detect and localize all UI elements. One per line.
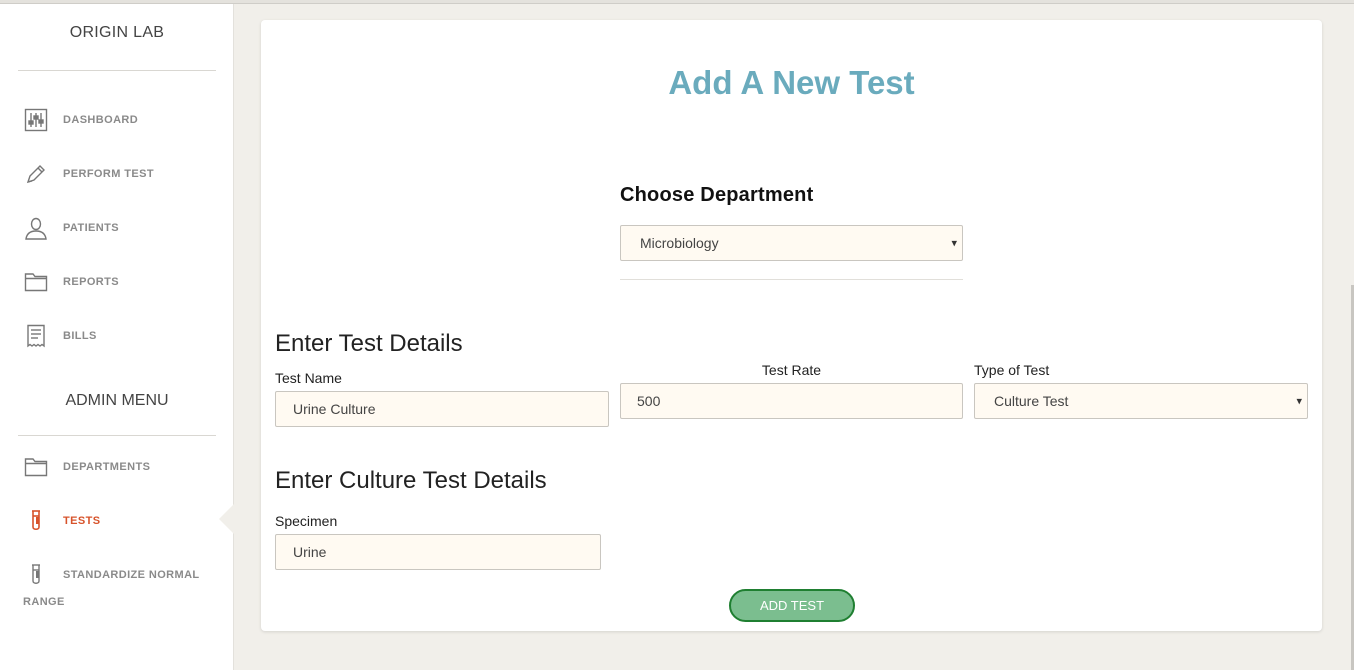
department-selected-value: Microbiology	[640, 235, 719, 251]
sidebar-item-dashboard[interactable]: DASHBOARD	[22, 105, 222, 135]
test-tube-icon	[22, 561, 50, 589]
sidebar-item-label: TESTS	[63, 515, 101, 527]
folder-icon	[22, 453, 50, 481]
specimen-input[interactable]: Urine	[275, 534, 601, 570]
sidebar-item-bills[interactable]: BILLS	[22, 321, 222, 351]
brand-title: ORIGIN LAB	[69, 24, 165, 41]
specimen-value: Urine	[293, 544, 327, 560]
test-name-value: Urine Culture	[293, 401, 376, 417]
sidebar-item-label: PATIENTS	[63, 222, 119, 234]
pen-icon	[22, 160, 50, 188]
sidebar-item-perform-test[interactable]: PERFORM TEST	[22, 159, 222, 189]
sidebar-item-departments[interactable]: DEPARTMENTS	[22, 452, 222, 482]
test-type-label: Type of Test	[974, 362, 1050, 378]
test-type-select[interactable]: Culture Test	[974, 383, 1308, 419]
sidebar-item-label: REPORTS	[63, 276, 119, 288]
test-tube-icon	[22, 507, 50, 535]
test-rate-input[interactable]: 500	[620, 383, 963, 419]
specimen-label: Specimen	[275, 513, 338, 529]
sidebar-item-label-line2: RANGE	[23, 596, 65, 608]
admin-menu-title: ADMIN MENU	[65, 392, 169, 409]
test-name-input[interactable]: Urine Culture	[275, 391, 609, 427]
department-select[interactable]: Microbiology	[620, 225, 963, 261]
culture-details-heading: Enter Culture Test Details	[275, 467, 547, 494]
add-test-card: Add A New Test Choose Department Microbi…	[261, 20, 1322, 631]
test-type-selected-value: Culture Test	[994, 393, 1069, 409]
sidebar-item-reports[interactable]: REPORTS	[22, 267, 222, 297]
page-title: Add A New Test	[668, 64, 915, 101]
sidebar-item-patients[interactable]: PATIENTS	[22, 213, 222, 243]
sidebar: ORIGIN LAB DASHBOARD PERFORM TEST PATIEN…	[0, 4, 234, 670]
sidebar-item-label: DASHBOARD	[63, 114, 139, 126]
user-icon	[22, 214, 50, 242]
test-details-heading: Enter Test Details	[275, 330, 463, 357]
test-rate-value: 500	[637, 393, 661, 409]
test-rate-label: Test Rate	[761, 362, 822, 378]
sidebar-divider	[18, 435, 216, 436]
sliders-icon	[22, 106, 50, 134]
sidebar-item-label: DEPARTMENTS	[63, 461, 151, 473]
sidebar-item-label: STANDARDIZE NORMAL	[63, 569, 200, 581]
add-test-button[interactable]: ADD TEST	[729, 589, 855, 622]
sidebar-item-tests[interactable]: TESTS	[22, 506, 222, 536]
test-name-label: Test Name	[275, 370, 342, 386]
sidebar-item-label: BILLS	[63, 330, 97, 342]
folder-icon	[22, 268, 50, 296]
sidebar-item-label: PERFORM TEST	[63, 168, 154, 180]
active-indicator	[219, 503, 235, 535]
choose-department-heading: Choose Department	[620, 184, 814, 206]
sidebar-item-standardize-normal-range[interactable]: STANDARDIZE NORMAL	[22, 560, 222, 590]
department-divider	[620, 279, 963, 280]
sidebar-divider	[18, 70, 216, 71]
receipt-icon	[22, 322, 50, 350]
